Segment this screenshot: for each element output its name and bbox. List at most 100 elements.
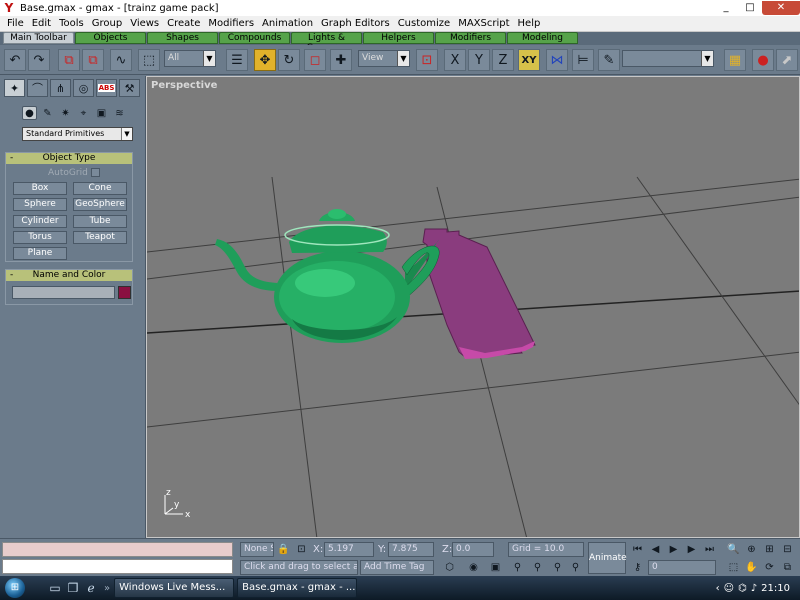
zoom-extents-icon[interactable]: ⊞ (762, 542, 777, 557)
taskbar-item-gmax[interactable]: Base.gmax - gmax - ... (237, 578, 358, 598)
tab-lights-cameras[interactable]: Lights & Cameras (291, 32, 362, 53)
animate-button[interactable]: Animate (588, 542, 627, 574)
selection-cube-icon[interactable]: ⬡ (442, 560, 457, 575)
tab-shapes[interactable]: Shapes (147, 32, 218, 44)
space-warps-icon[interactable]: ≋ (112, 106, 127, 120)
utilities-tab-icon[interactable]: ⚒ (119, 79, 140, 97)
viewport-label[interactable]: Perspective (151, 80, 217, 91)
cameras-icon[interactable]: ⌖ (76, 106, 91, 120)
tab-modeling[interactable]: Modeling (507, 32, 578, 44)
previous-frame-icon[interactable]: ◀ (648, 542, 663, 557)
helpers-icon[interactable]: ▣ (94, 106, 109, 120)
tab-main-toolbar[interactable]: Main Toolbar (3, 32, 74, 44)
box-button[interactable]: Box (13, 182, 67, 195)
teapot-object[interactable] (215, 209, 440, 343)
geosphere-button[interactable]: GeoSphere (73, 198, 127, 211)
align-icon[interactable]: ⊨ (572, 49, 594, 71)
menu-customize[interactable]: Customize (394, 17, 455, 31)
cylinder-button[interactable]: Cylinder (13, 215, 67, 228)
restrict-z-button[interactable]: Z (492, 49, 514, 71)
close-button[interactable]: ✕ (762, 1, 800, 15)
taskbar-chevron-icon[interactable]: » (104, 583, 110, 594)
display-tab-icon[interactable]: ABS (96, 79, 117, 97)
geometry-icon[interactable]: ● (22, 106, 37, 120)
link-icon[interactable]: ⧉ (58, 49, 80, 71)
zoom-all-icon[interactable]: ⊕ (744, 542, 759, 557)
messenger-tray-icon[interactable]: ☺ (724, 583, 734, 594)
teapot-button[interactable]: Teapot (73, 231, 127, 244)
manipulate-icon[interactable]: ✚ (330, 49, 352, 71)
material-editor-icon[interactable]: ✎ (598, 49, 620, 71)
region-zoom-icon[interactable]: ⬚ (726, 560, 741, 575)
menu-edit[interactable]: Edit (28, 17, 55, 31)
go-to-start-icon[interactable]: ⏮ (630, 542, 645, 557)
redo-icon[interactable]: ↷ (28, 49, 50, 71)
selection-filter-dropdown[interactable]: All ▼ (164, 50, 216, 67)
hierarchy-tab-icon[interactable]: ⋔ (50, 79, 71, 97)
y-coordinate-field[interactable]: 7.875 (388, 542, 434, 557)
object-type-header[interactable]: - Object Type (6, 153, 132, 164)
play-icon[interactable]: ▶ (666, 542, 681, 557)
switch-windows-icon[interactable]: ❐ (64, 581, 82, 595)
viewport-scene[interactable]: z x y (147, 77, 800, 538)
named-selection-dropdown[interactable]: ▼ (622, 50, 714, 67)
category-dropdown[interactable]: Standard Primitives ▼ (22, 127, 133, 141)
maximize-button[interactable]: □ (738, 1, 762, 15)
perspective-viewport[interactable]: z x y Perspective (146, 76, 800, 538)
tab-compounds[interactable]: Compounds (219, 32, 290, 44)
menu-tools[interactable]: Tools (55, 17, 88, 31)
z-coordinate-field[interactable]: 0.0 (452, 542, 494, 557)
x-coordinate-field[interactable]: 5.197 (324, 542, 374, 557)
lights-icon[interactable]: ✷ (58, 106, 73, 120)
sphere-button[interactable]: Sphere (13, 198, 67, 211)
tray-chevron-icon[interactable]: ‹ (716, 583, 720, 594)
gmax-app-icon[interactable]: Y (2, 1, 16, 15)
maxscript-listener-input[interactable] (2, 559, 233, 574)
restrict-y-button[interactable]: Y (468, 49, 490, 71)
render-scene-icon[interactable]: ● (752, 49, 774, 71)
menu-create[interactable]: Create (163, 17, 204, 31)
degradation-override-icon[interactable]: ◉ (466, 560, 481, 575)
select-region-icon[interactable]: ⬚ (138, 49, 160, 71)
next-frame-icon[interactable]: ▶ (684, 542, 699, 557)
clock[interactable]: 21:10 (761, 583, 790, 594)
lock-selection-icon[interactable]: 🔒 (276, 542, 291, 557)
tab-helpers[interactable]: Helpers (363, 32, 434, 44)
name-and-color-header[interactable]: - Name and Color (6, 270, 132, 281)
autogrid-checkbox[interactable] (91, 168, 100, 177)
spinner-snap-icon[interactable]: ⚲ (568, 560, 583, 575)
create-tab-icon[interactable]: ✦ (4, 79, 25, 97)
plane-button[interactable]: Plane (13, 247, 67, 260)
shapes-icon[interactable]: ✎ (40, 106, 55, 120)
object-name-field[interactable] (12, 286, 115, 299)
internet-explorer-icon[interactable]: ℯ (82, 581, 100, 595)
menu-file[interactable]: File (3, 17, 28, 31)
pivot-center-icon[interactable]: ⊡ (416, 49, 438, 71)
scale-icon[interactable]: ◻ (304, 49, 326, 71)
mirror-icon[interactable]: ⋈ (546, 49, 568, 71)
move-icon[interactable]: ✥ (254, 49, 276, 71)
plane-object[interactable] (422, 228, 536, 359)
menu-graph-editors[interactable]: Graph Editors (317, 17, 394, 31)
pan-icon[interactable]: ✋ (744, 560, 759, 575)
rotate-icon[interactable]: ↻ (278, 49, 300, 71)
bind-space-warp-icon[interactable]: ∿ (110, 49, 132, 71)
angle-snap-icon[interactable]: ⚲ (530, 560, 545, 575)
network-tray-icon[interactable]: ⌬ (738, 583, 747, 594)
window-crossing-icon[interactable]: ▣ (488, 560, 503, 575)
cone-button[interactable]: Cone (73, 182, 127, 195)
key-mode-icon[interactable]: ⚷ (630, 560, 645, 575)
arc-rotate-icon[interactable]: ⟳ (762, 560, 777, 575)
minimize-button[interactable]: _ (714, 1, 738, 15)
tab-modifiers[interactable]: Modifiers (435, 32, 506, 44)
menu-maxscript[interactable]: MAXScript (454, 17, 513, 31)
maxscript-listener-output[interactable] (2, 542, 233, 557)
percent-snap-icon[interactable]: ⚲ (550, 560, 565, 575)
show-desktop-icon[interactable]: ▭ (46, 581, 64, 595)
motion-tab-icon[interactable]: ◎ (73, 79, 94, 97)
volume-tray-icon[interactable]: ♪ (751, 583, 757, 594)
menu-views[interactable]: Views (126, 17, 163, 31)
quick-render-icon[interactable]: ⬈ (776, 49, 798, 71)
restrict-xy-button[interactable]: XY (518, 49, 540, 71)
restrict-x-button[interactable]: X (444, 49, 466, 71)
